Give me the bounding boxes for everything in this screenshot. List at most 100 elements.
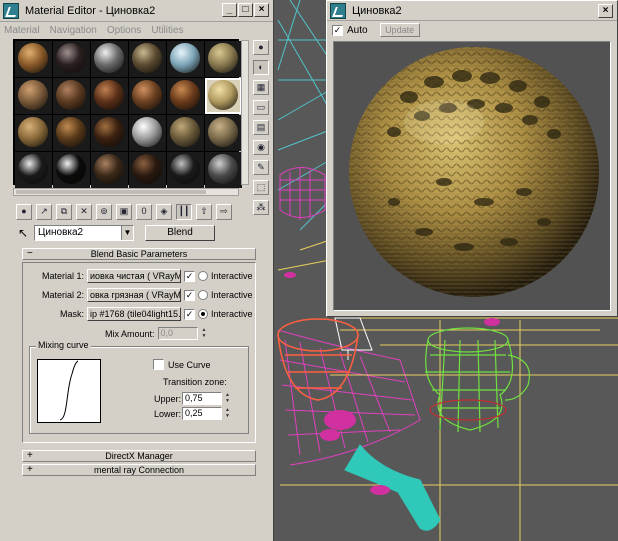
select-by-material-button[interactable]: ⬚ [253,180,269,195]
get-material-icon: ● [21,206,27,216]
upper-spinner[interactable]: ▲ ▼ [224,392,231,405]
material-sphere-icon [170,117,200,147]
mask-checkbox[interactable]: ✓ [184,308,195,320]
app-icon [330,2,346,19]
material-slot[interactable] [205,115,242,151]
material-slot[interactable] [53,78,90,114]
sample-type-button[interactable]: ● [253,40,269,55]
material-slot[interactable] [129,78,166,114]
blend-basic-parameters-rollout[interactable]: − Blend Basic Parameters [22,248,256,260]
material1-label: Material 1: [41,271,84,281]
preview-close-button[interactable]: × [598,4,613,18]
material-slot[interactable] [91,41,128,77]
material-slot[interactable] [167,78,204,114]
material-sphere-icon [56,154,86,184]
minimize-button[interactable]: _ [222,3,237,17]
material-editor-title: Material Editor - Циновка2 [25,4,156,17]
close-button[interactable]: × [254,3,269,17]
material-slot[interactable] [15,41,52,77]
picker-icon[interactable]: ↖ [16,226,30,240]
material2-button[interactable]: овка грязная ( VRayMtl ) [87,288,181,302]
material-navigator-button[interactable]: ⁂ [253,200,269,215]
mix-amount-spinner[interactable]: ▲ ▼ [201,327,208,340]
material-slot[interactable] [167,41,204,77]
material-slot[interactable] [129,41,166,77]
material-type-button[interactable]: Blend [145,225,215,241]
uv-tiling-button[interactable]: ▭ [253,100,269,115]
material-slot[interactable] [129,152,166,188]
maximize-button[interactable]: □ [238,3,253,17]
collapse-icon: − [27,248,33,259]
go-to-sibling-button[interactable]: ⇨ [216,204,232,220]
options-button[interactable]: ✎ [253,160,269,175]
material1-checkbox[interactable]: ✓ [184,270,195,282]
mix-amount-field[interactable]: 0,0 [157,327,198,340]
backlight-button[interactable]: ◐ [253,60,269,75]
mental-ray-connection-rollout[interactable]: + mental ray Connection [22,464,256,476]
material2-checkbox[interactable]: ✓ [184,289,195,301]
video-check-icon: ▤ [256,122,266,132]
material-editor-titlebar[interactable]: Material Editor - Циновка2 _ □ × [0,0,273,22]
material-slot[interactable] [205,78,242,114]
update-button[interactable]: Update [379,23,420,37]
menu-utilities[interactable]: Utilities [151,25,183,36]
menu-navigation[interactable]: Navigation [50,25,97,36]
material-slot[interactable] [15,115,52,151]
make-unique-button[interactable]: ⊚ [96,204,112,220]
mask-interactive-radio[interactable] [198,309,208,319]
material-slot[interactable] [15,78,52,114]
material-slot[interactable] [53,115,90,151]
show-end-result-button[interactable]: ┃┃ [176,204,192,220]
preview-titlebar[interactable]: Циновка2 × [327,1,617,21]
end-result-icon: ┃┃ [178,206,190,216]
material-slot[interactable] [167,115,204,151]
material-slot[interactable] [91,152,128,188]
lower-spinner[interactable]: ▲ ▼ [224,407,231,420]
material-slot[interactable] [205,152,242,188]
lower-field[interactable]: 0,25 [182,407,222,420]
mask-label: Mask: [59,309,84,319]
menu-options[interactable]: Options [107,25,141,36]
expand-icon: + [27,450,33,461]
material-sphere-icon [94,43,124,73]
material-slot[interactable] [205,41,242,77]
lower-label: Lower: [154,408,182,419]
material1-button[interactable]: иовка чистая ( VRayMtl ) [87,269,181,283]
menu-material[interactable]: Material [4,25,40,36]
video-color-check-button[interactable]: ▤ [253,120,269,135]
material-slot[interactable] [91,78,128,114]
put-to-scene-button[interactable]: ↗ [36,204,52,220]
material2-interactive-radio[interactable] [198,290,208,300]
material-slot[interactable] [91,115,128,151]
material-slot[interactable] [167,152,204,188]
material-name-field[interactable]: Циновка2 ▼ [34,225,134,241]
chevron-down-icon[interactable]: ▼ [121,226,133,240]
upper-field[interactable]: 0,75 [182,392,222,405]
reset-map-button[interactable]: ✕ [76,204,92,220]
material-slot[interactable] [53,41,90,77]
material1-interactive-radio[interactable] [198,271,208,281]
mask-button[interactable]: ip #1768 (tile04light15.jpg) [87,307,181,321]
material-slot[interactable] [129,115,166,151]
assign-to-selection-button[interactable]: ⧉ [56,204,72,220]
select-icon: ⬚ [256,182,266,192]
slots-vertical-scrollbar[interactable] [241,40,249,185]
directx-manager-rollout[interactable]: + DirectX Manager [22,450,256,462]
minimize-icon: _ [226,4,233,15]
material-slot[interactable] [15,152,52,188]
background-button[interactable]: ▦ [253,80,269,95]
material-name-row: ↖ Циновка2 ▼ Blend [16,224,266,242]
go-to-parent-button[interactable]: ⇧ [196,204,212,220]
material-effects-channel-button[interactable]: 0 [136,204,152,220]
get-material-button[interactable]: ● [16,204,32,220]
material-slot[interactable] [53,152,90,188]
sphere-icon: ● [258,42,264,52]
slots-horizontal-scrollbar[interactable] [13,188,239,196]
put-to-library-button[interactable]: ▣ [116,204,132,220]
use-curve-checkbox[interactable] [153,359,164,370]
show-map-in-viewport-button[interactable]: ◈ [156,204,172,220]
make-preview-button[interactable]: ◉ [253,140,269,155]
maximize-icon: □ [242,4,249,15]
auto-checkbox[interactable]: ✓ [332,24,343,36]
preview-title: Циновка2 [352,4,402,17]
